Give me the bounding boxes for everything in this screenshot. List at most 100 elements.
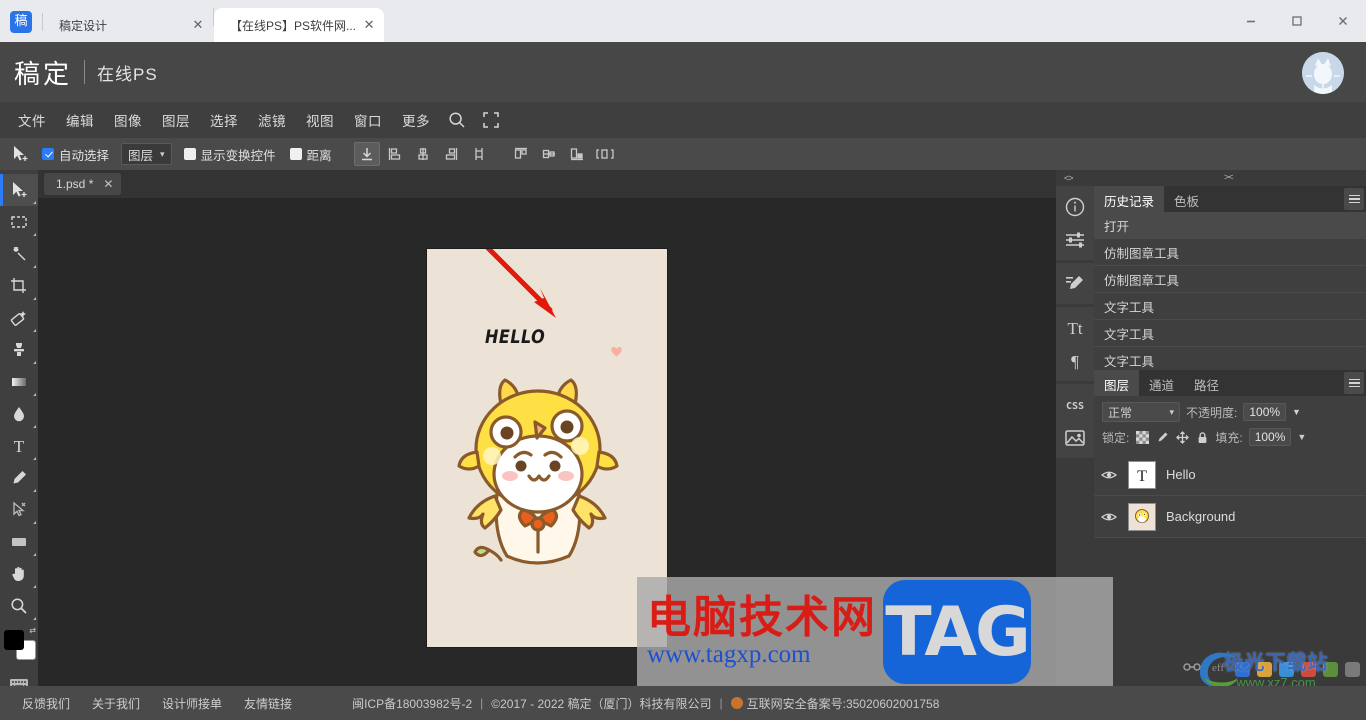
artboard[interactable]: HELLO xyxy=(427,249,667,647)
history-panel-menu-icon[interactable] xyxy=(1344,188,1364,210)
tab-layers[interactable]: 图层 xyxy=(1094,370,1140,396)
align-top-icon[interactable] xyxy=(508,142,534,166)
history-item[interactable]: 仿制图章工具 xyxy=(1094,239,1366,266)
align-middle-icon[interactable] xyxy=(536,142,562,166)
menu-item-file[interactable]: 文件 xyxy=(8,106,56,134)
tab-channels[interactable]: 通道 xyxy=(1139,370,1184,396)
lock-all-icon[interactable] xyxy=(1195,430,1209,444)
move-tool-icon[interactable] xyxy=(6,141,34,167)
css-icon[interactable]: CSS xyxy=(1056,388,1094,421)
distance-checkbox[interactable]: 距离 xyxy=(284,145,338,164)
opacity-chevron-down-icon[interactable]: ▼ xyxy=(1292,407,1301,417)
tool-move[interactable] xyxy=(0,174,38,206)
color-swatches[interactable]: ⇄ xyxy=(0,626,38,670)
layers-panel-menu-icon[interactable] xyxy=(1344,372,1364,394)
tool-gradient[interactable] xyxy=(0,366,38,398)
menu-item-window[interactable]: 窗口 xyxy=(344,106,392,134)
tool-shape[interactable] xyxy=(0,526,38,558)
align-bottom-icon[interactable] xyxy=(564,142,590,166)
document-tab-1psd[interactable]: 1.psd * ✕ xyxy=(44,173,122,195)
layer-row-background[interactable]: Background xyxy=(1094,496,1366,538)
align-center-horizontal-icon[interactable] xyxy=(410,142,436,166)
menu-item-layer[interactable]: 图层 xyxy=(152,106,200,134)
distribute-horizontal-icon[interactable] xyxy=(592,142,618,166)
tab-swatches[interactable]: 色板 xyxy=(1164,186,1209,212)
tool-marquee[interactable] xyxy=(0,206,38,238)
tool-eraser[interactable] xyxy=(0,302,38,334)
tab-paths[interactable]: 路径 xyxy=(1184,370,1229,396)
footer-icp[interactable]: 闽ICP备18003982号-2 xyxy=(352,695,472,712)
tool-clone-stamp[interactable] xyxy=(0,334,38,366)
lock-pixels-icon[interactable] xyxy=(1155,430,1169,444)
distance-checkbox-box[interactable] xyxy=(289,148,302,160)
browser-tab-1-close-icon[interactable]: ✕ xyxy=(362,17,376,33)
history-item[interactable]: 打开 xyxy=(1094,212,1366,239)
menu-item-more[interactable]: 更多 xyxy=(392,106,440,134)
foreground-color-swatch[interactable] xyxy=(4,630,24,650)
layer-name[interactable]: Background xyxy=(1166,509,1235,524)
align-left-icon[interactable] xyxy=(382,142,408,166)
collapse-right-icon[interactable]: >< xyxy=(1224,172,1233,182)
avatar[interactable] xyxy=(1302,52,1344,94)
paragraph-icon[interactable]: ¶ xyxy=(1056,344,1094,377)
align-distribute-vertical-icon[interactable] xyxy=(466,142,492,166)
browser-tab-0[interactable]: 稿定设计 ✕ xyxy=(43,8,213,42)
tool-path-select[interactable] xyxy=(0,494,38,526)
auto-select-checkbox[interactable]: 自动选择 xyxy=(36,145,115,164)
auto-select-target-dropdown[interactable]: 图层 ▾ xyxy=(121,143,172,165)
app-logo[interactable]: 稿定 xyxy=(14,54,72,91)
info-icon[interactable] xyxy=(1056,190,1094,223)
search-icon[interactable] xyxy=(440,111,474,129)
tool-hand[interactable] xyxy=(0,558,38,590)
layer-thumbnail-text[interactable]: T xyxy=(1128,460,1156,489)
layer-visibility-icon[interactable] xyxy=(1100,469,1118,481)
footer-link-designers[interactable]: 设计师接单 xyxy=(162,695,222,712)
footer-beian-badge[interactable]: 互联网安全备案号:35020602001758 xyxy=(730,695,939,712)
align-right-icon[interactable] xyxy=(438,142,464,166)
tab-history[interactable]: 历史记录 xyxy=(1094,186,1165,212)
align-download-icon[interactable] xyxy=(353,142,380,166)
image-icon[interactable] xyxy=(1056,421,1094,454)
browser-tab-0-close-icon[interactable]: ✕ xyxy=(191,17,205,33)
blend-mode-dropdown[interactable]: 正常 ▾ xyxy=(1102,402,1180,422)
maximize-icon[interactable] xyxy=(1274,0,1320,42)
menu-item-filter[interactable]: 滤镜 xyxy=(248,106,296,134)
auto-select-checkbox-box[interactable] xyxy=(42,148,54,160)
document-tab-close-icon[interactable]: ✕ xyxy=(103,177,113,191)
footer-link-partners[interactable]: 友情链接 xyxy=(244,695,292,712)
close-icon[interactable] xyxy=(1320,0,1366,42)
fill-chevron-down-icon[interactable]: ▼ xyxy=(1297,432,1306,442)
lock-transparency-icon[interactable] xyxy=(1135,430,1149,444)
fill-value[interactable]: 100% xyxy=(1248,428,1292,446)
layer-thumbnail-image[interactable] xyxy=(1128,502,1156,531)
layer-row-hello[interactable]: T Hello xyxy=(1094,454,1366,496)
fullscreen-icon[interactable] xyxy=(474,111,508,129)
show-transform-checkbox-box[interactable] xyxy=(183,148,196,160)
lock-position-icon[interactable] xyxy=(1175,430,1189,444)
menu-item-select[interactable]: 选择 xyxy=(200,106,248,134)
layer-name[interactable]: Hello xyxy=(1166,467,1196,482)
tool-magic-wand[interactable] xyxy=(0,238,38,270)
tool-crop[interactable] xyxy=(0,270,38,302)
tool-type[interactable]: T xyxy=(0,430,38,462)
character-icon[interactable]: Tt xyxy=(1056,311,1094,344)
show-transform-checkbox[interactable]: 显示变换控件 xyxy=(178,145,282,164)
brush-presets-icon[interactable] xyxy=(1056,267,1094,300)
collapse-left-icon[interactable]: <> xyxy=(1064,173,1073,183)
opacity-value[interactable]: 100% xyxy=(1243,403,1287,421)
layer-visibility-icon[interactable] xyxy=(1100,511,1118,523)
minimize-icon[interactable] xyxy=(1228,0,1274,42)
menu-item-edit[interactable]: 编辑 xyxy=(56,106,104,134)
swap-colors-icon[interactable]: ⇄ xyxy=(29,626,36,635)
history-item[interactable]: 文字工具 xyxy=(1094,320,1366,347)
history-item[interactable]: 仿制图章工具 xyxy=(1094,266,1366,293)
tool-blur[interactable] xyxy=(0,398,38,430)
browser-tab-1[interactable]: 【在线PS】PS软件网... ✕ xyxy=(214,8,385,42)
footer-link-feedback[interactable]: 反馈我们 xyxy=(22,695,70,712)
history-item[interactable]: 文字工具 xyxy=(1094,293,1366,320)
menu-item-view[interactable]: 视图 xyxy=(296,106,344,134)
footer-link-about[interactable]: 关于我们 xyxy=(92,695,140,712)
adjustments-icon[interactable] xyxy=(1056,223,1094,256)
tool-zoom[interactable] xyxy=(0,590,38,622)
menu-item-image[interactable]: 图像 xyxy=(104,106,152,134)
